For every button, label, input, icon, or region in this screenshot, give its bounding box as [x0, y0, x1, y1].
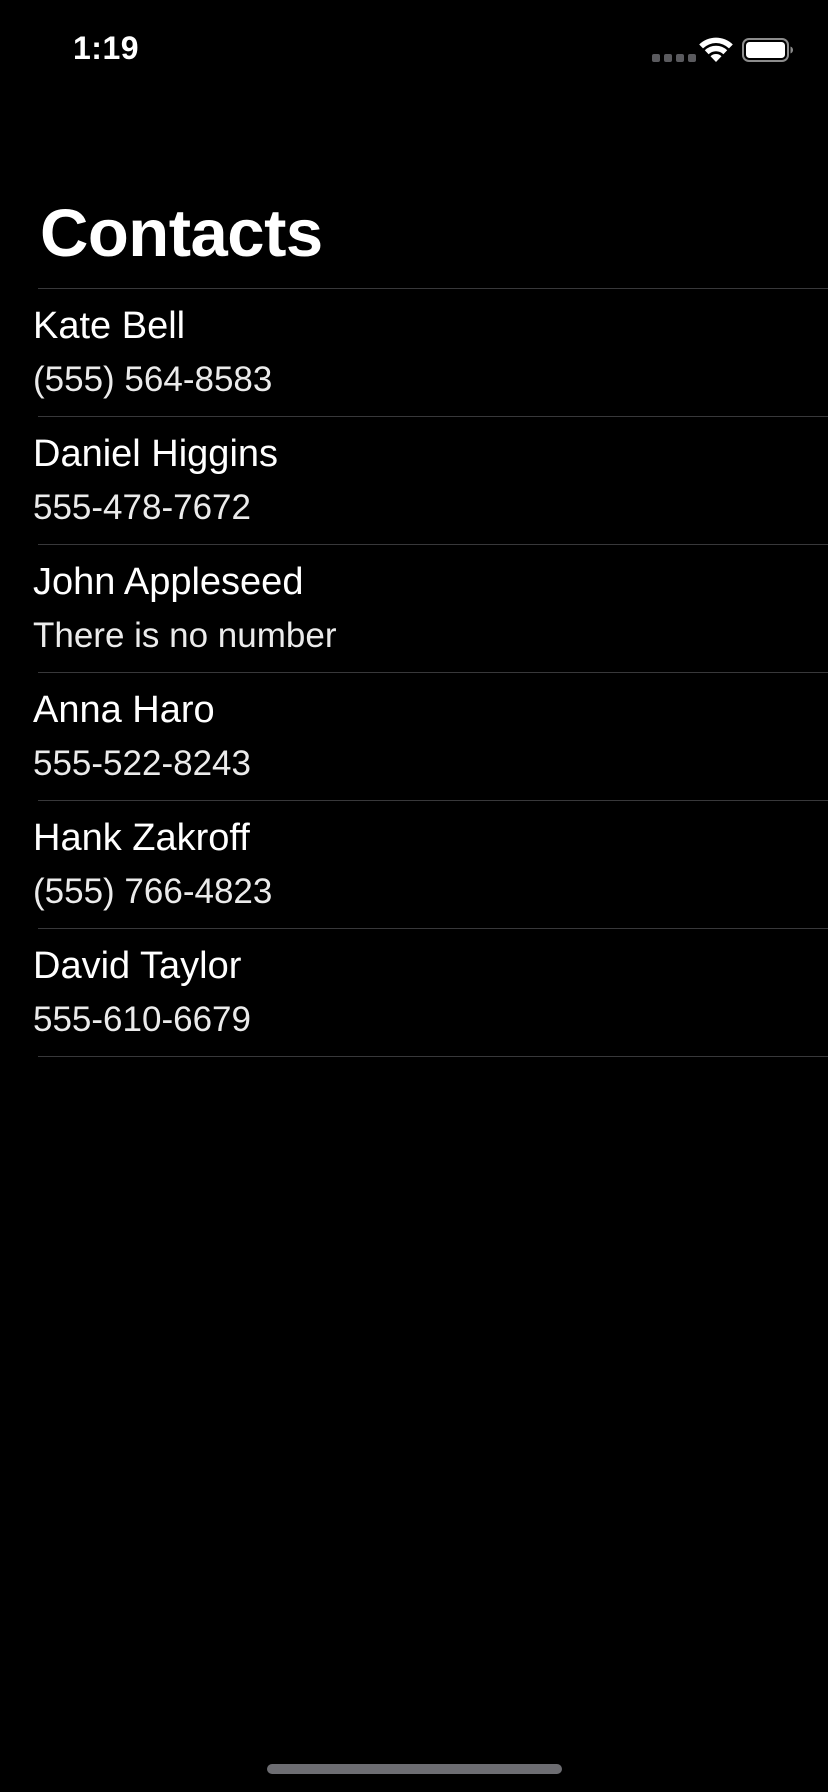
status-bar: 1:19: [0, 0, 828, 100]
cellular-signal-icon: [652, 54, 696, 62]
contact-number: 555-478-7672: [33, 488, 251, 527]
contact-row[interactable]: Kate Bell (555) 564-8583: [0, 289, 828, 416]
contact-number: 555-610-6679: [33, 1000, 251, 1039]
contact-row[interactable]: John Appleseed There is no number: [0, 545, 828, 672]
contact-list: Kate Bell (555) 564-8583 Daniel Higgins …: [0, 288, 828, 1057]
status-time: 1:19: [73, 30, 140, 66]
contact-name: David Taylor: [33, 945, 242, 987]
contact-number: (555) 564-8583: [33, 360, 273, 399]
contact-row[interactable]: Hank Zakroff (555) 766-4823: [0, 801, 828, 928]
contact-name: John Appleseed: [33, 561, 304, 603]
contact-name: Kate Bell: [33, 305, 186, 347]
contact-number: 555-522-8243: [33, 744, 251, 783]
contact-number: There is no number: [33, 616, 337, 655]
contact-row[interactable]: Anna Haro 555-522-8243: [0, 673, 828, 800]
contact-row[interactable]: Daniel Higgins 555-478-7672: [0, 417, 828, 544]
contact-name: Daniel Higgins: [33, 433, 279, 475]
wifi-icon: [699, 37, 733, 62]
list-separator: [38, 1056, 828, 1057]
battery-icon: [742, 38, 793, 62]
home-indicator[interactable]: [267, 1764, 562, 1774]
contact-name: Hank Zakroff: [33, 817, 250, 859]
page-title: Contacts: [40, 196, 323, 271]
contact-number: (555) 766-4823: [33, 872, 273, 911]
contact-row[interactable]: David Taylor 555-610-6679: [0, 929, 828, 1056]
contact-name: Anna Haro: [33, 689, 215, 731]
